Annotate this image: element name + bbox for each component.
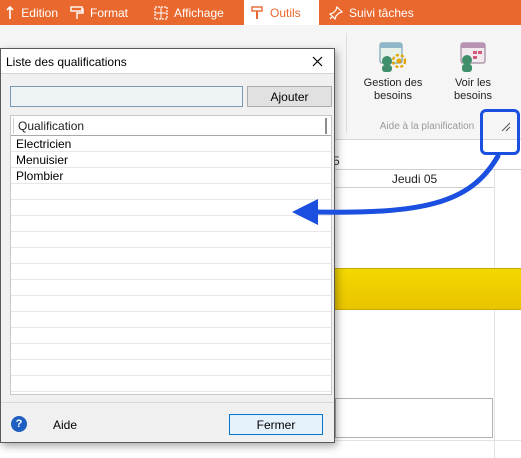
tools-hammer-icon (250, 5, 264, 20)
tab-label: Affichage (174, 5, 224, 20)
tab-affichage[interactable]: Affichage (148, 0, 244, 25)
tab-outils[interactable]: Outils (244, 0, 319, 25)
close-button[interactable]: Fermer (229, 414, 323, 435)
ribbon-separator (346, 33, 347, 133)
tab-label: Format (90, 5, 129, 20)
planning-cell[interactable] (335, 398, 493, 438)
grid-view-icon (154, 5, 168, 20)
manage-needs-button[interactable]: Gestion des besoins (356, 41, 430, 103)
ribbon-tab-bar: Edition Format Affichage Outils Suivi tâ… (0, 0, 521, 25)
list-item[interactable]: Electricien (11, 136, 331, 152)
tab-label: Outils (270, 5, 301, 20)
close-icon[interactable] (300, 49, 334, 73)
dialog-footer-separator (1, 402, 334, 403)
grid-column-line (494, 170, 495, 458)
tab-format[interactable]: Format (64, 0, 142, 25)
tab-edition[interactable]: Edition (0, 0, 58, 25)
manage-needs-icon (376, 41, 410, 73)
list-header: Qualification (11, 116, 331, 136)
ribbon-group-label: Aide à la planification (379, 121, 475, 132)
view-needs-label-2: besoins (454, 90, 492, 102)
dialog-title: Liste des qualifications (6, 55, 127, 69)
day-header: Jeudi 05 (335, 170, 495, 188)
edition-icon (4, 5, 15, 20)
qualifications-list[interactable]: Qualification Electricien Menuisier Plom… (10, 115, 332, 395)
list-rows: Electricien Menuisier Plombier (11, 136, 331, 184)
add-button[interactable]: Ajouter (247, 86, 332, 107)
view-needs-icon (456, 41, 490, 73)
manage-needs-label-1: Gestion des (363, 77, 423, 89)
format-paint-roller-icon (70, 5, 84, 20)
view-needs-label-1: Voir les (454, 77, 492, 89)
manage-needs-label-2: besoins (374, 90, 412, 102)
tab-label: Edition (21, 5, 58, 20)
tab-suivi-taches[interactable]: Suivi tâches (323, 0, 443, 25)
list-item[interactable]: Menuisier (11, 152, 331, 168)
help-label[interactable]: Aide (53, 418, 77, 432)
date-row: 5 (333, 154, 521, 170)
grid-row-line (335, 440, 521, 441)
tab-label: Suivi tâches (349, 5, 414, 20)
list-item[interactable]: Plombier (11, 168, 331, 184)
qualification-input[interactable] (10, 86, 243, 107)
view-needs-button[interactable]: Voir les besoins (436, 41, 510, 103)
qualifications-dialog: Liste des qualifications Ajouter Qualifi… (0, 48, 335, 443)
help-icon[interactable]: ? (11, 416, 27, 432)
highlight-frame (480, 109, 520, 155)
dialog-titlebar: Liste des qualifications (1, 49, 334, 74)
column-header-qualification[interactable]: Qualification (13, 118, 327, 134)
pin-icon (329, 5, 343, 20)
